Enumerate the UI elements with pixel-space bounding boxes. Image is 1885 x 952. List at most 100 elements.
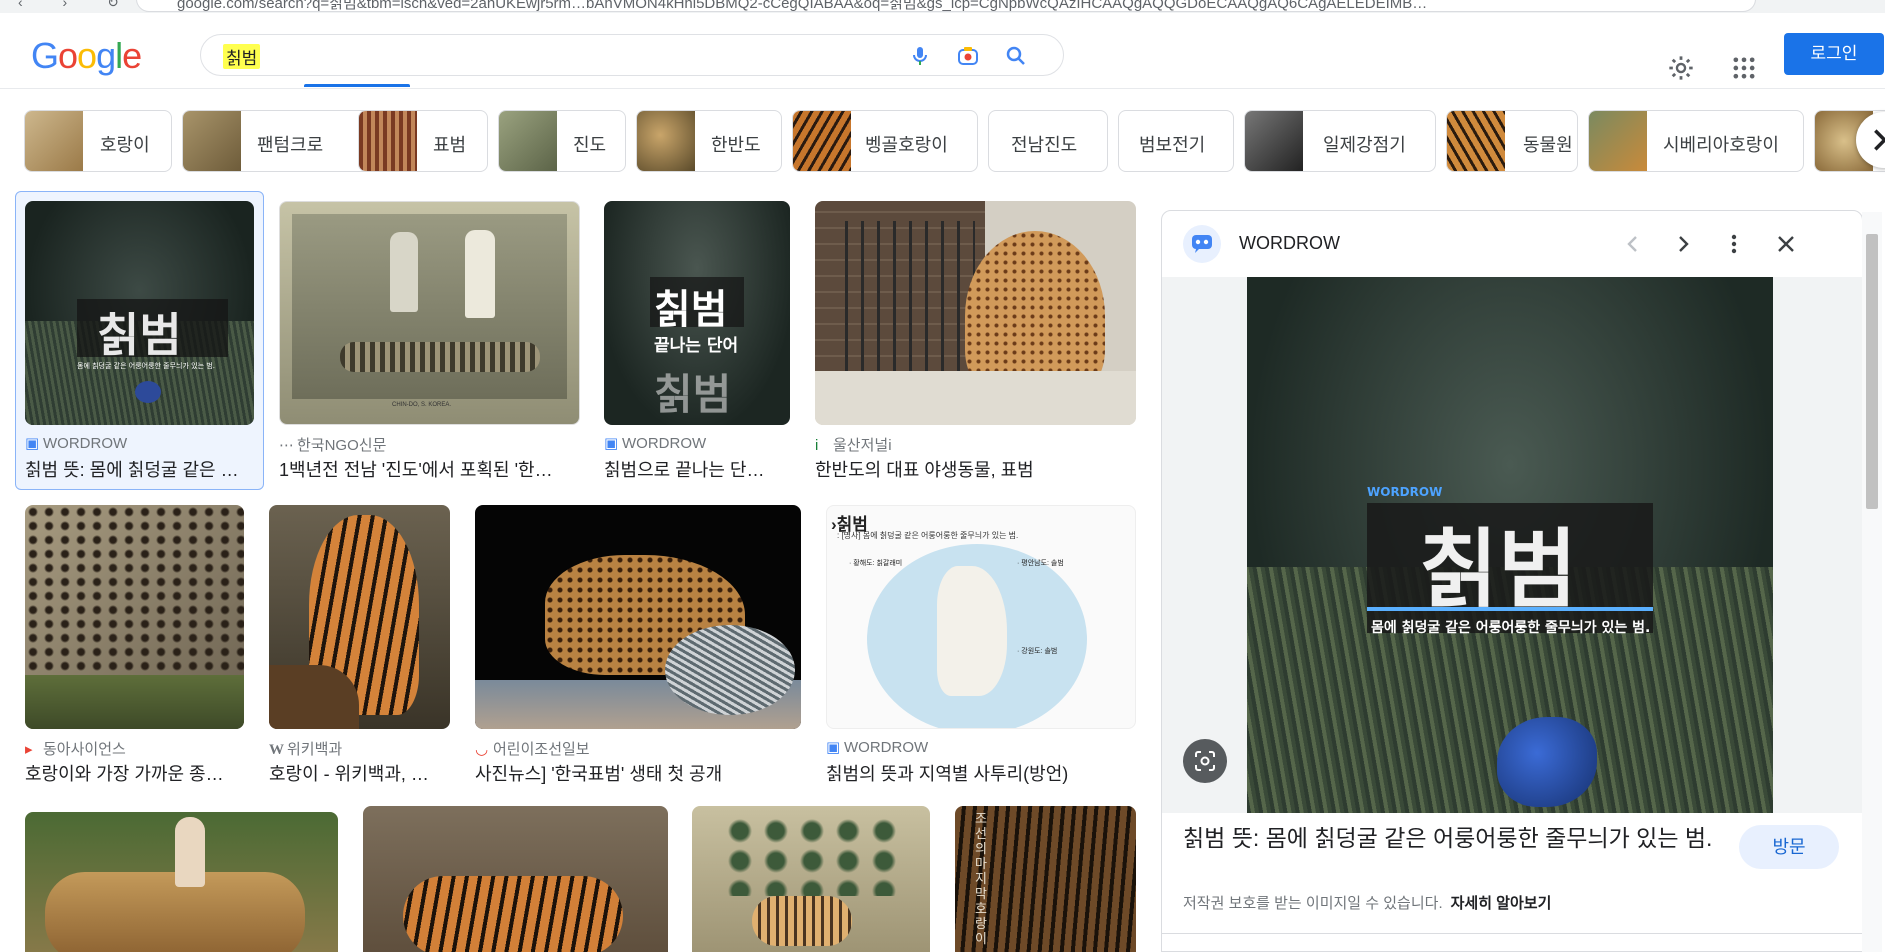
visit-button[interactable]: 방문 bbox=[1739, 825, 1839, 869]
preview-title[interactable]: 칡범 뜻: 몸에 칡덩굴 같은 어룽어룽한 줄무늬가 있는 범. bbox=[1183, 823, 1713, 853]
result-thumbnail[interactable]: ›칡범 : [명사] 몸에 칡덩굴 같은 어룽어룽한 줄무늬가 있는 범. · … bbox=[826, 505, 1136, 729]
microphone-icon[interactable] bbox=[908, 44, 932, 68]
result-thumbnail[interactable]: 칡범 끝나는 단어 칡범 bbox=[604, 201, 790, 425]
copyright-notice: 저작권 보호를 받는 이미지일 수 있습니다. 자세히 알아보기 bbox=[1183, 895, 1552, 912]
preview-overlay-sub: 몸에 칡덩굴 같은 어룽어룽한 줄무늬가 있는 범. bbox=[1371, 620, 1651, 636]
image-result[interactable]: 칡범 끝나는 단어 칡범 ▣ WORDROW 칡범으로 끝나는 단… bbox=[604, 201, 790, 481]
address-url: google.com/search?q=칡범&tbm=isch&ved=2ahU… bbox=[177, 0, 1428, 12]
result-source[interactable]: ◡ 어린이조선일보 bbox=[475, 738, 590, 759]
preview-image[interactable]: WORDROW 칡범 몸에 칡덩굴 같은 어룽어룽한 줄무늬가 있는 범. bbox=[1247, 277, 1773, 813]
address-bar[interactable]: google.com/search?q=칡범&tbm=isch&ved=2ahU… bbox=[136, 0, 1756, 12]
login-button[interactable]: 로그인 bbox=[1784, 33, 1884, 75]
result-source[interactable]: ▣ WORDROW bbox=[25, 434, 127, 452]
chip-시베리아호랑이[interactable]: 시베리아호랑이 bbox=[1588, 110, 1804, 172]
google-logo[interactable]: Google bbox=[31, 35, 142, 77]
result-source[interactable]: ▣ WORDROW bbox=[826, 738, 928, 756]
image-caption: CHIN-DO, S. KOREA. bbox=[392, 402, 452, 408]
lens-camera-icon[interactable] bbox=[956, 44, 980, 68]
image-result[interactable] bbox=[25, 812, 338, 952]
result-source[interactable]: ▸ 동아사이언스 bbox=[25, 738, 126, 759]
result-thumbnail[interactable] bbox=[25, 505, 244, 729]
image-result[interactable]: ▸ 동아사이언스 호랑이와 가장 가까운 종… bbox=[25, 505, 244, 785]
images-tab-indicator bbox=[304, 84, 410, 87]
panel-source-name[interactable]: WORDROW bbox=[1239, 233, 1340, 254]
chip-표범[interactable]: 표범 bbox=[358, 110, 488, 172]
image-result[interactable]: 칡범 몸에 칡덩굴 같은 어룽어룽한 줄무늬가 있는 범. ▣ WORDROW 칡… bbox=[25, 201, 254, 481]
result-thumbnail[interactable]: 칡범 몸에 칡덩굴 같은 어룽어룽한 줄무늬가 있는 범. bbox=[25, 201, 254, 425]
result-thumbnail[interactable] bbox=[363, 806, 668, 952]
search-icon[interactable] bbox=[1004, 44, 1028, 68]
chip-진도[interactable]: 진도 bbox=[498, 110, 626, 172]
more-options-icon[interactable] bbox=[1722, 232, 1746, 256]
learn-more-link[interactable]: 자세히 알아보기 bbox=[1451, 895, 1552, 912]
result-thumbnail[interactable] bbox=[692, 806, 930, 952]
search-input[interactable]: 칡범 bbox=[223, 44, 261, 69]
result-source[interactable]: W 위키백과 bbox=[269, 738, 342, 759]
result-thumbnail[interactable] bbox=[25, 812, 338, 952]
result-thumbnail[interactable]: CHIN-DO, S. KOREA. bbox=[279, 201, 580, 425]
scrollbar-thumb[interactable] bbox=[1866, 234, 1878, 509]
image-overlay-word: 칡범 bbox=[654, 287, 728, 333]
result-thumbnail[interactable] bbox=[475, 505, 801, 729]
search-box[interactable]: 칡범 bbox=[200, 34, 1064, 76]
apps-grid-icon[interactable] bbox=[1730, 54, 1758, 82]
lens-search-button[interactable] bbox=[1183, 739, 1227, 783]
image-definition: : [명사] 몸에 칡덩굴 같은 어룽어룽한 줄무늬가 있는 범. bbox=[837, 531, 1019, 540]
result-title[interactable]: 사진뉴스] '한국표범' 생태 첫 공개 bbox=[475, 760, 801, 786]
image-preview-panel: WORDROW WORDROW 칡범 몸에 칡덩굴 같은 어룽어룽한 줄무늬가 … bbox=[1161, 210, 1863, 952]
settings-gear-icon[interactable] bbox=[1667, 54, 1695, 82]
result-title[interactable]: 칡범으로 끝나는 단… bbox=[604, 456, 790, 482]
chip-범보전기[interactable]: 범보전기 bbox=[1118, 110, 1234, 172]
preview-overlay-word: 칡범 bbox=[1419, 520, 1578, 620]
result-title[interactable]: 호랑이 - 위키백과, … bbox=[269, 760, 450, 786]
result-source[interactable]: i 울산저널i bbox=[815, 434, 892, 455]
result-title[interactable]: 칡범의 뜻과 지역별 사투리(방언) bbox=[826, 760, 1136, 786]
chip-팬텀크로[interactable]: 팬텀크로 bbox=[182, 110, 372, 172]
source-favicon bbox=[1183, 225, 1221, 263]
image-dialect-3: · 강원도: 솔범 bbox=[1017, 648, 1058, 655]
chip-한반도[interactable]: 한반도 bbox=[636, 110, 782, 172]
result-source[interactable]: ▣ WORDROW bbox=[604, 434, 706, 452]
chip-일제강점기[interactable]: 일제강점기 bbox=[1244, 110, 1436, 172]
chip-thumbnail bbox=[499, 111, 557, 171]
chip-thumbnail bbox=[1245, 111, 1303, 171]
browser-nav-icons[interactable]: ‹ › ↻ bbox=[18, 0, 137, 11]
image-result[interactable]: 조선의 마지막 호랑이 bbox=[955, 806, 1136, 952]
image-result[interactable]: ›칡범 : [명사] 몸에 칡덩굴 같은 어룽어룽한 줄무늬가 있는 범. · … bbox=[826, 505, 1136, 785]
image-dialect-1: · 황해도: 칡갈래미 bbox=[849, 560, 903, 567]
chevron-right-icon bbox=[1874, 129, 1885, 151]
chip-thumbnail bbox=[25, 111, 83, 171]
result-title[interactable]: 1백년전 전남 '진도'에서 포획된 '한… bbox=[279, 456, 580, 482]
prev-chevron-icon[interactable] bbox=[1621, 232, 1645, 256]
panel-scrollbar[interactable] bbox=[1862, 212, 1882, 952]
lens-icon bbox=[1195, 751, 1215, 771]
image-result[interactable]: W 위키백과 호랑이 - 위키백과, … bbox=[269, 505, 450, 785]
close-icon[interactable] bbox=[1774, 232, 1798, 256]
result-title[interactable]: 한반도의 대표 야생동물, 표범 bbox=[815, 456, 1136, 482]
image-result[interactable] bbox=[363, 806, 668, 952]
chip-벵골호랑이[interactable]: 벵골호랑이 bbox=[792, 110, 978, 172]
related-search-chips: 호랑이 팬텀크로 표범 진도 한반도 벵골호랑이 전남진도 범보전기 일제강점기… bbox=[24, 110, 1885, 172]
result-title[interactable]: 칡범 뜻: 몸에 칡덩굴 같은 … bbox=[25, 456, 254, 482]
image-result[interactable] bbox=[692, 806, 930, 952]
next-chevron-icon[interactable] bbox=[1671, 232, 1695, 256]
header: Google 칡범 로그인 bbox=[0, 13, 1885, 89]
chip-호랑이[interactable]: 호랑이 bbox=[24, 110, 172, 172]
chip-thumbnail bbox=[637, 111, 695, 171]
result-thumbnail[interactable] bbox=[269, 505, 450, 729]
result-thumbnail[interactable] bbox=[815, 201, 1136, 425]
panel-header: WORDROW bbox=[1162, 211, 1862, 277]
image-overlay-word: 칡범 bbox=[97, 308, 182, 362]
chip-thumbnail bbox=[1589, 111, 1647, 171]
image-overlay-word-faded: 칡범 bbox=[654, 370, 732, 419]
result-source[interactable]: ⋯ 한국NGO신문 bbox=[279, 434, 386, 455]
chip-thumbnail bbox=[359, 111, 417, 171]
chip-동물원[interactable]: 동물원 bbox=[1446, 110, 1578, 172]
result-thumbnail[interactable]: 조선의 마지막 호랑이 bbox=[955, 806, 1136, 952]
result-title[interactable]: 호랑이와 가장 가까운 종… bbox=[25, 760, 244, 786]
image-result[interactable]: ◡ 어린이조선일보 사진뉴스] '한국표범' 생태 첫 공개 bbox=[475, 505, 801, 785]
chip-thumbnail bbox=[793, 111, 851, 171]
image-result[interactable]: i 울산저널i 한반도의 대표 야생동물, 표범 bbox=[815, 201, 1136, 481]
image-result[interactable]: CHIN-DO, S. KOREA. ⋯ 한국NGO신문 1백년전 전남 '진도'… bbox=[279, 201, 580, 481]
chip-전남진도[interactable]: 전남진도 bbox=[988, 110, 1108, 172]
